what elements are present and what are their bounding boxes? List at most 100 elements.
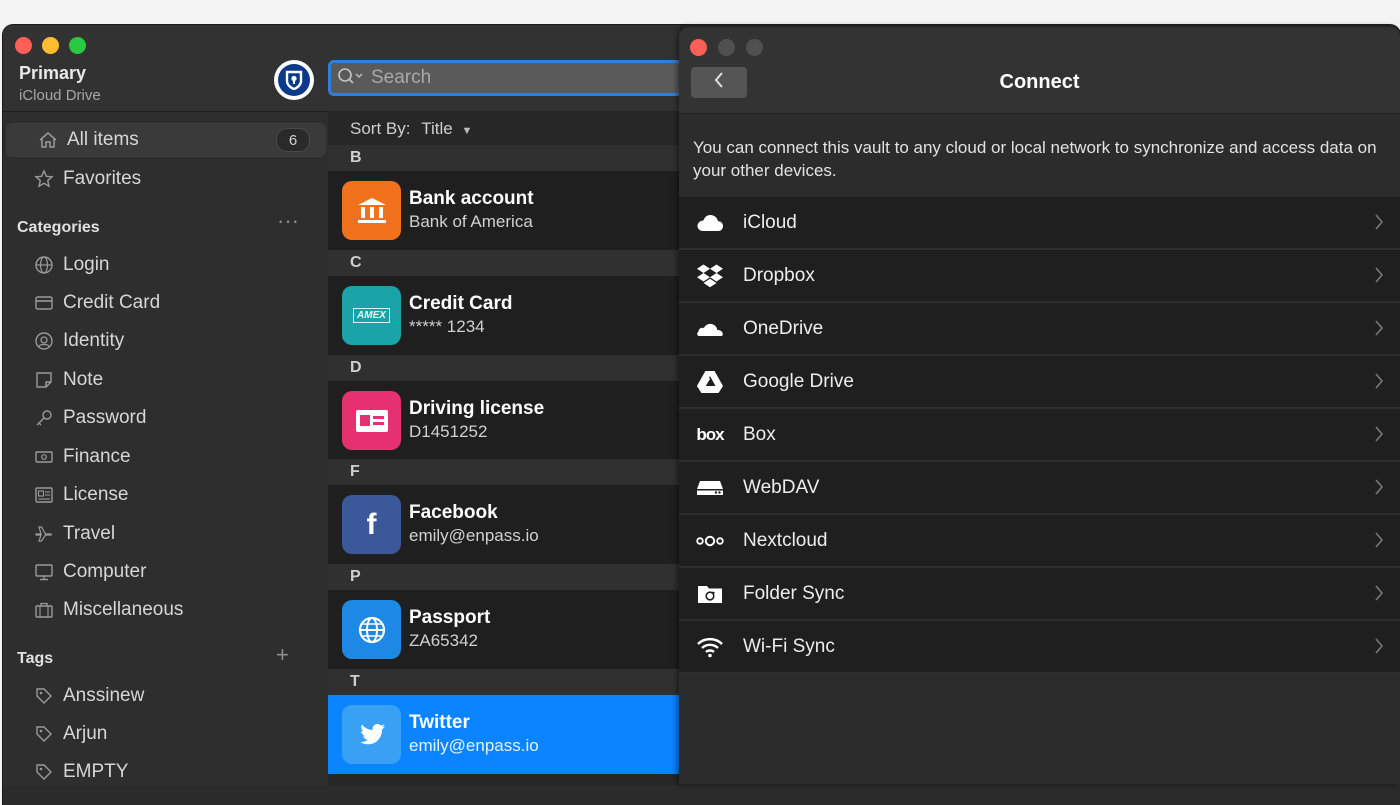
service-row-onedrive[interactable]: OneDrive <box>679 303 1400 355</box>
sort-label: Sort By: <box>350 119 411 138</box>
list-item-twitter[interactable]: Twitter emily@enpass.io <box>328 695 680 774</box>
close-window-button[interactable] <box>15 37 32 54</box>
item-title: Passport <box>409 607 491 628</box>
minimize-window-button[interactable] <box>42 37 59 54</box>
sidebar-item-label: Note <box>63 369 104 390</box>
sidebar-item-label: Computer <box>63 561 147 582</box>
add-tag-icon[interactable]: + <box>276 642 289 668</box>
items-count-badge: 6 <box>276 128 310 152</box>
chevron-right-icon <box>1374 478 1384 501</box>
zoom-window-button[interactable] <box>69 37 86 54</box>
tag-icon <box>33 685 55 707</box>
bank-icon <box>342 181 401 240</box>
sidebar-item-label: Anssinew <box>63 685 145 706</box>
sidebar-item-label: Travel <box>63 523 116 544</box>
sort-bar[interactable]: Sort By: Title ▼ <box>328 111 680 145</box>
onedrive-icon <box>695 315 725 343</box>
sort-dropdown[interactable]: Sort By: Title ▼ <box>350 119 472 139</box>
search-input[interactable] <box>365 66 653 90</box>
tags-heading: Tags <box>17 650 54 667</box>
chevron-right-icon <box>1374 584 1384 607</box>
service-row-dropbox[interactable]: Dropbox <box>679 250 1400 302</box>
vault-name[interactable]: Primary <box>19 63 86 84</box>
sidebar-item-computer[interactable]: Computer <box>33 555 313 589</box>
sidebar-item-all-items[interactable]: All items 6 <box>6 123 326 157</box>
sidebar-item-favorites[interactable]: Favorites <box>33 162 313 196</box>
service-label: Dropbox <box>743 265 815 286</box>
window-controls <box>690 39 763 56</box>
sidebar-item-finance[interactable]: Finance <box>33 440 313 474</box>
chevron-down-icon: ▼ <box>461 125 473 137</box>
sidebar-item-travel[interactable]: Travel <box>33 517 313 551</box>
google-drive-icon <box>695 368 725 396</box>
dropbox-icon <box>695 262 725 290</box>
sidebar-item-label: Credit Card <box>63 292 161 313</box>
chevron-right-icon <box>1374 425 1384 448</box>
sidebar-item-note[interactable]: Note <box>33 363 313 397</box>
sidebar-item-login[interactable]: Login <box>33 248 313 282</box>
list-item-driving-license[interactable]: Driving license D1451252 <box>328 381 680 460</box>
connect-window: Connect You can connect this vault to an… <box>679 27 1400 784</box>
search-field[interactable] <box>328 60 680 96</box>
wifi-icon <box>695 633 725 661</box>
item-title: Facebook <box>409 502 498 523</box>
key-icon <box>33 407 55 429</box>
license-icon <box>33 484 55 506</box>
airplane-icon <box>33 523 55 545</box>
minimize-window-button[interactable] <box>718 39 735 56</box>
webdav-icon <box>695 474 725 502</box>
sidebar-item-identity[interactable]: Identity <box>33 324 313 358</box>
service-row-nextcloud[interactable]: Nextcloud <box>679 515 1400 567</box>
sort-value: Title <box>421 119 453 138</box>
service-label: Folder Sync <box>743 583 845 604</box>
service-row-wifi-sync[interactable]: Wi-Fi Sync <box>679 621 1400 673</box>
banknote-icon <box>33 446 55 468</box>
item-subtitle: Bank of America <box>409 212 533 231</box>
service-row-icloud[interactable]: iCloud <box>679 197 1400 249</box>
sidebar-item-tag[interactable]: Anssinew <box>33 679 313 713</box>
list-item-credit-card[interactable]: AMEX Credit Card ***** 1234 <box>328 276 680 355</box>
search-icon[interactable] <box>337 67 365 90</box>
enpass-logo-icon[interactable] <box>274 60 314 100</box>
list-item-passport[interactable]: Passport ZA65342 <box>328 590 680 669</box>
window-controls <box>15 37 86 54</box>
close-window-button[interactable] <box>690 39 707 56</box>
sidebar-item-label: Favorites <box>63 168 142 189</box>
facebook-icon: f <box>342 495 401 554</box>
service-row-folder-sync[interactable]: Folder Sync <box>679 568 1400 620</box>
service-row-webdav[interactable]: WebDAV <box>679 462 1400 514</box>
sidebar-item-license[interactable]: License <box>33 478 313 512</box>
sidebar: Primary iCloud Drive All items 6 Favorit… <box>3 25 329 785</box>
monitor-icon <box>33 561 55 583</box>
service-label: OneDrive <box>743 318 824 339</box>
sidebar-item-label: EMPTY <box>63 761 129 782</box>
sidebar-item-credit-card[interactable]: Credit Card <box>33 286 313 320</box>
service-row-box[interactable]: box Box <box>679 409 1400 461</box>
briefcase-icon <box>33 599 55 621</box>
identity-icon <box>33 330 55 352</box>
sidebar-item-miscellaneous[interactable]: Miscellaneous <box>33 593 313 627</box>
section-letter: F <box>328 459 680 485</box>
chevron-right-icon <box>1374 213 1384 236</box>
vault-header: Primary iCloud Drive <box>3 25 328 112</box>
chevron-right-icon <box>1374 266 1384 289</box>
star-icon <box>33 168 55 190</box>
icloud-icon <box>695 209 725 237</box>
sidebar-item-label: Identity <box>63 330 125 351</box>
id-card-icon <box>342 391 401 450</box>
sidebar-item-label: Arjun <box>63 723 108 744</box>
sidebar-item-password[interactable]: Password <box>33 401 313 435</box>
chevron-right-icon <box>1374 637 1384 660</box>
section-letter: D <box>328 355 680 381</box>
zoom-window-button[interactable] <box>746 39 763 56</box>
section-letter: T <box>328 669 680 695</box>
list-item-facebook[interactable]: f Facebook emily@enpass.io <box>328 485 680 564</box>
service-row-google-drive[interactable]: Google Drive <box>679 356 1400 408</box>
globe-icon <box>342 600 401 659</box>
categories-heading: Categories <box>17 219 100 236</box>
list-item-bank-account[interactable]: Bank account Bank of America <box>328 171 680 250</box>
item-title: Twitter <box>409 712 470 733</box>
sidebar-item-tag[interactable]: Arjun <box>33 717 313 751</box>
sidebar-item-label: License <box>63 484 129 505</box>
more-options-icon[interactable]: ··· <box>277 208 299 234</box>
